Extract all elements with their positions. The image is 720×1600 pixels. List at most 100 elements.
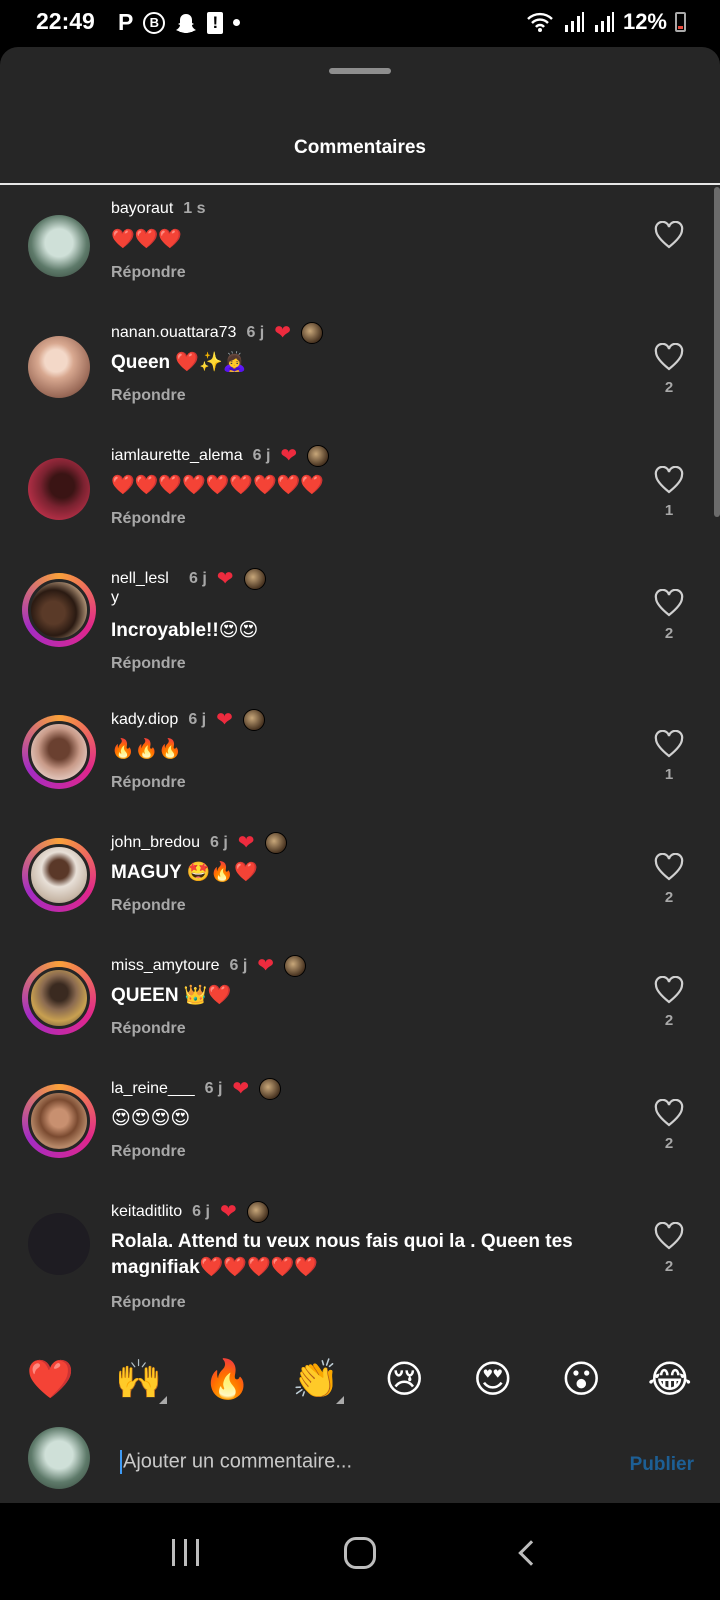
wifi-icon <box>527 12 553 32</box>
reaction-fire[interactable]: 🔥 <box>197 1356 257 1404</box>
avatar-story-ring[interactable] <box>22 715 96 789</box>
avatar[interactable] <box>22 1207 96 1281</box>
signal-icon-2 <box>594 12 614 32</box>
creator-liked-heart-icon: ❤ <box>237 832 255 854</box>
heart-outline-icon <box>654 466 684 494</box>
avatar[interactable] <box>22 452 96 526</box>
creator-avatar <box>243 568 266 590</box>
like-button[interactable] <box>652 221 686 257</box>
heart-outline-icon <box>654 221 684 249</box>
creator-avatar <box>264 832 287 854</box>
like-count: 2 <box>664 625 674 642</box>
comment-username[interactable]: kady.diop <box>111 711 178 729</box>
reaction-surprised[interactable]: 😮 <box>551 1356 611 1404</box>
skin-tone-indicator-icon <box>158 1396 167 1404</box>
recent-apps-icon[interactable] <box>172 1539 199 1566</box>
notification-icons: P B ! <box>118 9 241 36</box>
reaction-clap-glyph: 👏 <box>292 1359 340 1401</box>
reaction-heart-eyes[interactable]: 😍 <box>463 1356 523 1404</box>
like-count: 2 <box>664 1135 674 1152</box>
creator-avatar <box>259 1078 282 1100</box>
like-button[interactable]: 2 <box>652 589 686 642</box>
reaction-crying[interactable]: 😢 <box>374 1356 434 1404</box>
avatar-story-ring[interactable] <box>22 573 96 647</box>
comment-text: Rolala. Attend tu veux nous fais quoi la… <box>111 1231 573 1278</box>
parking-icon: P <box>118 9 134 35</box>
system-icons: 12% <box>525 9 686 35</box>
publish-button[interactable]: Publier <box>630 1454 694 1476</box>
heart-outline-icon <box>654 1222 684 1250</box>
reply-button[interactable]: Répondre <box>111 1294 186 1312</box>
reply-button[interactable]: Répondre <box>111 387 186 405</box>
my-avatar <box>22 1421 96 1495</box>
avatar[interactable] <box>22 330 96 404</box>
quick-reactions-bar: ❤️ 🙌 🔥 👏 😢 😍 😮 😂 <box>0 1352 720 1408</box>
comment-header: miss_amytoure 6 j ❤ <box>111 955 307 977</box>
avatar[interactable] <box>22 209 96 283</box>
reply-button[interactable]: Répondre <box>111 264 186 282</box>
home-icon[interactable] <box>344 1537 376 1569</box>
comments-sheet: Commentaires bayoraut 1 s ❤️❤️❤️ Répondr… <box>0 47 720 1503</box>
reply-button[interactable]: Répondre <box>111 774 186 792</box>
reaction-clap[interactable]: 👏 <box>286 1356 346 1404</box>
like-button[interactable]: 2 <box>652 976 686 1029</box>
back-icon[interactable] <box>518 1540 544 1566</box>
comment-username[interactable]: john_bredou <box>111 834 200 852</box>
comment-header: bayoraut 1 s <box>111 200 206 218</box>
heart-outline-icon <box>654 976 684 1004</box>
creator-liked-heart-icon: ❤ <box>232 1078 250 1100</box>
comment-username[interactable]: nanan.ouattara73 <box>111 324 236 342</box>
snapchat-icon <box>176 13 197 33</box>
comment-username[interactable]: bayoraut <box>111 200 173 218</box>
like-button[interactable]: 2 <box>652 1099 686 1152</box>
comment-username[interactable]: la_reine___ <box>111 1080 195 1098</box>
comment-time: 6 j <box>189 570 207 587</box>
reply-button[interactable]: Répondre <box>111 1143 186 1161</box>
comment-username[interactable]: nell_lesl <box>111 570 179 588</box>
comment-username[interactable]: miss_amytoure <box>111 957 219 975</box>
creator-liked-heart-icon: ❤ <box>216 709 233 731</box>
comment-text: MAGUY 🤩🔥❤️ <box>111 862 258 883</box>
heart-outline-icon <box>654 853 684 881</box>
comment-username[interactable]: keitaditlito <box>111 1203 182 1221</box>
reply-button[interactable]: Répondre <box>111 510 186 528</box>
like-button[interactable]: 1 <box>652 466 686 519</box>
heart-outline-icon <box>654 589 684 617</box>
comment-time: 6 j <box>209 834 228 851</box>
skin-tone-indicator-icon <box>335 1396 344 1404</box>
drag-handle[interactable] <box>329 68 391 74</box>
comment-time: 1 s <box>183 200 206 217</box>
avatar-story-ring[interactable] <box>22 838 96 912</box>
comment-username[interactable]: iamlaurette_alema <box>111 447 243 465</box>
divider <box>0 183 720 185</box>
comment-input[interactable]: Ajouter un commentaire... <box>120 1450 352 1474</box>
like-button[interactable]: 1 <box>652 730 686 783</box>
comment-time: 6 j <box>192 1203 210 1220</box>
like-button[interactable]: 2 <box>652 343 686 396</box>
comment-composer: Ajouter un commentaire... Publier <box>0 1420 720 1503</box>
sheet-title: Commentaires <box>294 137 426 158</box>
comment-header: nanan.ouattara73 6 j ❤ <box>111 322 324 344</box>
reaction-laughing[interactable]: 😂 <box>640 1356 700 1404</box>
comment-input-placeholder: Ajouter un commentaire... <box>123 1450 352 1473</box>
reaction-raised-hands[interactable]: 🙌 <box>109 1356 169 1404</box>
avatar-story-ring[interactable] <box>22 1084 96 1158</box>
avatar-story-ring[interactable] <box>22 961 96 1035</box>
reaction-heart[interactable]: ❤️ <box>20 1356 80 1404</box>
like-count: 1 <box>664 766 674 783</box>
reply-button[interactable]: Répondre <box>111 1020 186 1038</box>
signal-icon <box>564 12 584 32</box>
text-caret <box>120 1450 122 1474</box>
heart-outline-icon <box>654 343 684 371</box>
reply-button[interactable]: Répondre <box>111 897 186 915</box>
comment-header: keitaditlito 6 j ❤ <box>111 1201 269 1223</box>
reply-button[interactable]: Répondre <box>111 655 186 673</box>
like-button[interactable]: 2 <box>652 853 686 906</box>
bereal-icon: B <box>143 11 166 34</box>
system-nav-bar <box>0 1503 720 1600</box>
comment-header: iamlaurette_alema 6 j ❤ <box>111 445 330 467</box>
scrollbar[interactable] <box>714 187 720 517</box>
creator-avatar <box>307 445 330 467</box>
like-button[interactable]: 2 <box>652 1222 686 1275</box>
like-count: 2 <box>664 1258 674 1275</box>
